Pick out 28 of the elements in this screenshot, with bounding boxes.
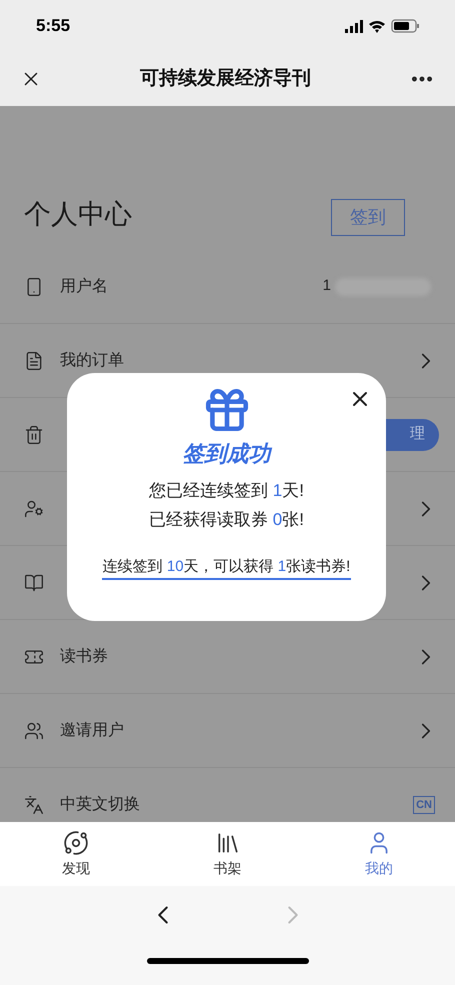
row-value: 1 <box>322 276 331 296</box>
battery-icon <box>391 19 419 33</box>
book-icon <box>24 572 44 592</box>
row-label: 用户名 <box>60 276 108 296</box>
signal-icon <box>345 20 363 32</box>
dialog-title: 签到成功 <box>182 440 270 468</box>
dialog-message: 您已经连续签到 1天! <box>149 480 304 502</box>
row-label: 我的订单 <box>60 350 124 370</box>
document-icon <box>24 350 44 370</box>
planet-icon <box>62 830 89 856</box>
translate-icon <box>24 794 44 814</box>
row-label: 邀请用户 <box>60 720 124 740</box>
dialog-message: 已经获得读取券 0张! <box>149 509 304 531</box>
user-icon <box>24 498 44 518</box>
tab[interactable]: 书架 <box>152 822 304 886</box>
wifi-icon <box>369 20 385 32</box>
row-label: 读书券 <box>60 646 108 666</box>
row-label: 中英文切换 <box>60 794 140 814</box>
language-badge[interactable]: CN <box>413 796 435 814</box>
tab[interactable]: 发现 <box>0 822 152 886</box>
page-title: 个人中心 <box>24 198 132 230</box>
window-title: 可持续发展经济导刊 <box>139 66 312 91</box>
dialog-note: 连续签到 10天，可以获得 1张读书券! <box>102 556 352 580</box>
trash-icon <box>24 424 44 444</box>
users-icon <box>24 720 44 740</box>
checkin-button[interactable]: 签到 <box>331 199 405 236</box>
tab[interactable]: 我的 <box>303 822 455 886</box>
status-time: 5:55 <box>36 15 70 38</box>
